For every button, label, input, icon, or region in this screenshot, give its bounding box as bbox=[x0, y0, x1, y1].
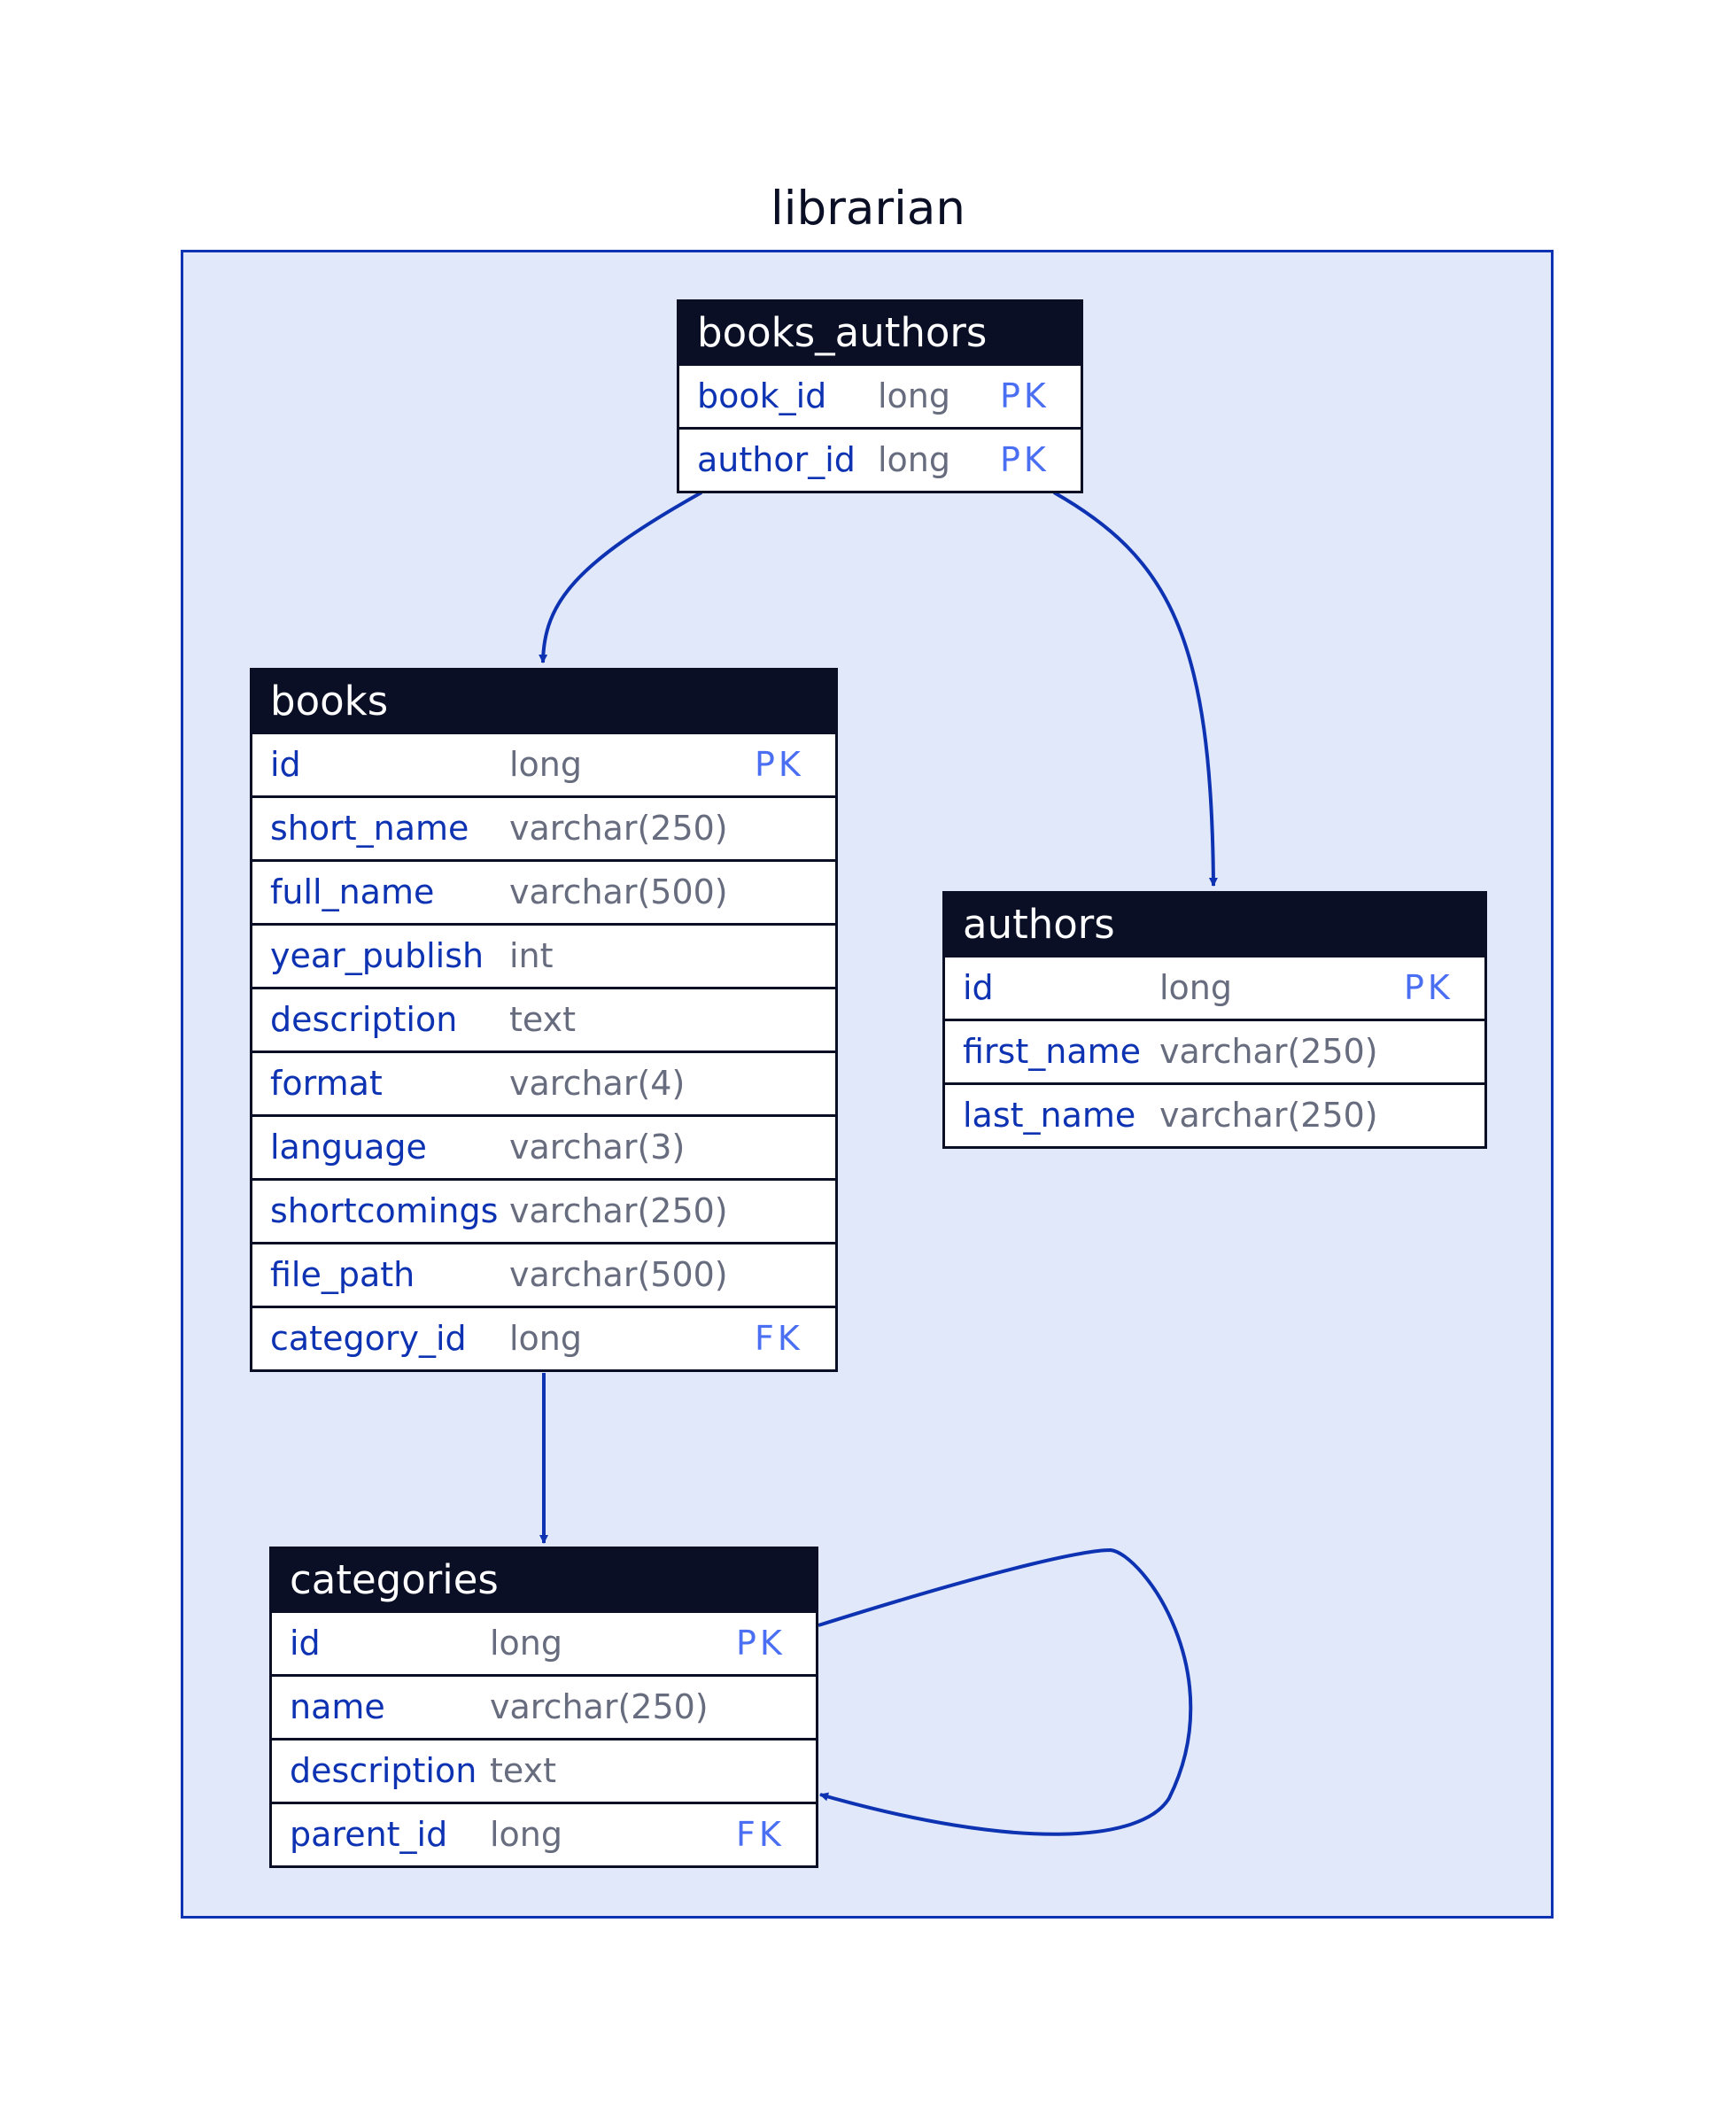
column-name: category_id bbox=[270, 1319, 467, 1358]
table-books-authors[interactable]: books_authors book_id long PK author_id … bbox=[677, 299, 1083, 493]
table-row: parent_id long FK bbox=[272, 1802, 816, 1865]
table-row: last_name varchar(250) bbox=[945, 1082, 1484, 1146]
column-type: long bbox=[509, 745, 583, 784]
table-row: shortcomings varchar(250) bbox=[252, 1178, 835, 1242]
column-name: parent_id bbox=[290, 1815, 448, 1854]
column-name: first_name bbox=[963, 1032, 1142, 1071]
table-categories[interactable]: categories id long PK name varchar(250) … bbox=[269, 1547, 818, 1868]
column-type: long bbox=[1159, 968, 1233, 1007]
column-name: language bbox=[270, 1128, 427, 1167]
table-row: description text bbox=[252, 987, 835, 1050]
table-row: first_name varchar(250) bbox=[945, 1019, 1484, 1082]
column-name: description bbox=[270, 1000, 458, 1039]
column-type: varchar(4) bbox=[509, 1064, 686, 1103]
column-key-badge: PK bbox=[1000, 376, 1050, 415]
column-type: int bbox=[509, 936, 554, 975]
column-type: varchar(3) bbox=[509, 1128, 686, 1167]
column-type: long bbox=[878, 376, 951, 415]
column-type: text bbox=[509, 1000, 576, 1039]
table-row: language varchar(3) bbox=[252, 1114, 835, 1178]
column-name: id bbox=[963, 968, 994, 1007]
column-key-badge: PK bbox=[1000, 440, 1050, 479]
table-row: year_publish int bbox=[252, 923, 835, 987]
table-row: description text bbox=[272, 1738, 816, 1802]
column-name: last_name bbox=[963, 1096, 1136, 1135]
column-type: long bbox=[509, 1319, 583, 1358]
table-row: id long PK bbox=[252, 732, 835, 795]
column-name: format bbox=[270, 1064, 383, 1103]
table-row: author_id long PK bbox=[679, 427, 1081, 491]
column-name: short_name bbox=[270, 809, 469, 848]
column-key-badge: FK bbox=[736, 1815, 785, 1854]
table-row: format varchar(4) bbox=[252, 1050, 835, 1114]
table-row: full_name varchar(500) bbox=[252, 859, 835, 923]
column-name: full_name bbox=[270, 872, 435, 911]
table-row: id long PK bbox=[272, 1610, 816, 1674]
column-name: year_publish bbox=[270, 936, 484, 975]
table-header: categories bbox=[272, 1549, 816, 1610]
column-type: varchar(250) bbox=[1159, 1032, 1378, 1071]
column-type: varchar(250) bbox=[1159, 1096, 1378, 1135]
edge-books-authors-to-books bbox=[539, 491, 702, 663]
column-type: varchar(500) bbox=[509, 872, 728, 911]
column-key-badge: PK bbox=[1404, 968, 1453, 1007]
table-row: name varchar(250) bbox=[272, 1674, 816, 1738]
column-type: varchar(250) bbox=[490, 1687, 709, 1726]
table-header: books bbox=[252, 671, 835, 732]
column-type: text bbox=[490, 1751, 556, 1790]
column-type: long bbox=[490, 1815, 563, 1854]
table-books[interactable]: books id long PK short_name varchar(250)… bbox=[250, 668, 838, 1372]
table-row: file_path varchar(500) bbox=[252, 1242, 835, 1306]
table-header: authors bbox=[945, 894, 1484, 955]
table-row: book_id long PK bbox=[679, 363, 1081, 427]
column-type: varchar(500) bbox=[509, 1255, 728, 1294]
edge-books-authors-to-authors bbox=[1053, 491, 1218, 887]
table-row: id long PK bbox=[945, 955, 1484, 1019]
column-type: long bbox=[878, 440, 951, 479]
column-key-badge: PK bbox=[736, 1624, 786, 1663]
table-row: category_id long FK bbox=[252, 1306, 835, 1369]
column-name: file_path bbox=[270, 1255, 415, 1294]
column-name: name bbox=[290, 1687, 385, 1726]
edge-categories-self-reference bbox=[818, 1547, 1193, 1836]
table-header: books_authors bbox=[679, 302, 1081, 363]
column-name: id bbox=[290, 1624, 321, 1663]
column-name: shortcomings bbox=[270, 1191, 499, 1230]
column-key-badge: PK bbox=[755, 745, 804, 784]
table-row: short_name varchar(250) bbox=[252, 795, 835, 859]
column-name: description bbox=[290, 1751, 477, 1790]
column-type: long bbox=[490, 1624, 563, 1663]
column-type: varchar(250) bbox=[509, 1191, 728, 1230]
column-key-badge: FK bbox=[755, 1319, 803, 1358]
column-name: id bbox=[270, 745, 301, 784]
column-name: book_id bbox=[697, 376, 827, 415]
table-authors[interactable]: authors id long PK first_name varchar(25… bbox=[942, 891, 1487, 1149]
column-type: varchar(250) bbox=[509, 809, 728, 848]
column-name: author_id bbox=[697, 440, 856, 479]
